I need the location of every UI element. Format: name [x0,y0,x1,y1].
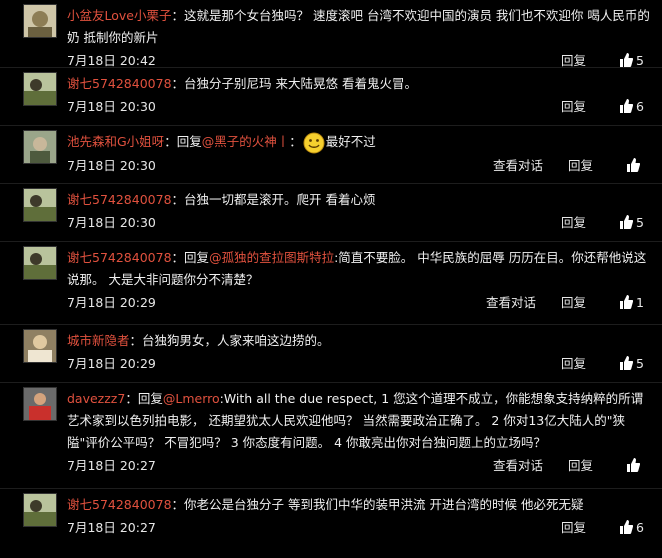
reply-button[interactable]: 回复 [561,516,586,540]
avatar[interactable] [23,329,57,363]
thumbs-up-icon [620,295,633,309]
comment-item: 谢七5742840078：台独分子别尼玛 来大陆晃悠 看着鬼火冒。 7月18日 … [0,68,662,126]
avatar[interactable] [23,493,57,527]
username-link[interactable]: 谢七5742840078 [67,76,172,91]
username-link[interactable]: 小盆友Love小栗子 [67,8,171,23]
avatar[interactable] [23,4,57,38]
separator: ： [164,134,177,149]
thumbs-up-icon [620,53,633,67]
reply-button[interactable]: 回复 [561,352,586,376]
comment-item: 谢七5742840078：你老公是台独分子 等到我们中华的装甲洪流 开进台湾的时… [0,489,662,549]
like-count: 6 [636,520,644,535]
comment-item: 城市新隐者：台独狗男女，人家来咱这边捞的。 7月18日 20:29 回复 5 [0,325,662,383]
avatar[interactable] [23,188,57,222]
like-count: 1 [636,295,644,310]
reply-target-link[interactable]: @Lmerro [163,391,220,406]
comment-time: 7月18日 20:27 [67,520,156,535]
avatar[interactable] [23,130,57,164]
separator: ： [289,134,302,149]
username-link[interactable]: 谢七5742840078 [67,497,172,512]
comment-list: 小盆友Love小栗子：这就是那个女台独吗？ 速度滚吧 台湾不欢迎中国的演员 我们… [0,0,662,549]
thumbs-up-icon [620,520,633,534]
reply-button[interactable]: 回复 [561,211,586,235]
smile-emoji-icon [303,132,325,154]
thumbs-up-icon [627,458,640,472]
username-link[interactable]: 城市新隐者 [67,333,130,348]
separator: ： [125,391,138,406]
separator: ： [129,333,143,348]
comment-item: 谢七5742840078：台独一切都是滚开。爬开 看着心烦 7月18日 20:3… [0,184,662,242]
separator: ： [171,250,185,265]
avatar[interactable] [23,246,57,280]
reply-target-link[interactable]: @孤独的查拉图斯特拉 [209,250,334,265]
reply-button[interactable]: 回复 [568,154,593,178]
comment-time: 7月18日 20:29 [67,356,156,371]
username-link[interactable]: 池先森和G小姐呀 [67,134,164,149]
comment-text: 你老公是台独分子 等到我们中华的装甲洪流 开进台湾的时候 他必死无疑 [184,497,584,512]
separator: ： [171,497,185,512]
username-link[interactable]: davezzz7 [67,391,125,406]
thumbs-up-icon [620,215,633,229]
like-count: 5 [636,215,644,230]
like-count: 6 [636,99,644,114]
comment-time: 7月18日 20:30 [67,215,156,230]
reply-button[interactable]: 回复 [561,291,586,315]
reply-prefix: 回复 [176,134,202,149]
comment-text: 台独狗男女，人家来咱这边捞的。 [142,333,330,348]
reply-button[interactable]: 回复 [561,95,586,119]
view-conversation-link[interactable]: 查看对话 [486,291,536,315]
thumbs-up-icon [620,356,633,370]
username-link[interactable]: 谢七5742840078 [67,192,172,207]
comment-time: 7月18日 20:30 [67,157,156,173]
separator: ： [171,8,184,23]
comment-item: 谢七5742840078：回复@孤独的查拉图斯特拉:简直不要脸。 中华民族的屈辱… [0,242,662,325]
comment-text: 台独分子别尼玛 来大陆晃悠 看着鬼火冒。 [184,76,417,91]
thumbs-up-icon [620,99,633,113]
comment-text: 最好不过 [325,134,376,149]
view-conversation-link[interactable]: 查看对话 [493,454,543,478]
reply-target-link[interactable]: @黑子的火神丨 [202,134,290,149]
comment-time: 7月18日 20:29 [67,295,156,310]
comment-item: 池先森和G小姐呀：回复@黑子的火神丨： 最好不过 7月18日 20:30 查看对话… [0,126,662,184]
view-conversation-link[interactable]: 查看对话 [493,154,543,178]
separator: ： [171,192,185,207]
comment-time: 7月18日 20:30 [67,99,156,114]
avatar[interactable] [23,72,57,106]
reply-prefix: 回复 [137,391,163,406]
separator: ： [171,76,185,91]
avatar[interactable] [23,387,57,421]
reply-prefix: 回复 [184,250,210,265]
comment-item: davezzz7：回复@Lmerro:With all the due resp… [0,383,662,489]
like-count: 5 [636,356,644,371]
username-link[interactable]: 谢七5742840078 [67,250,172,265]
comment-time: 7月18日 20:27 [67,458,156,473]
reply-button[interactable]: 回复 [568,454,593,478]
comment-text: 台独一切都是滚开。爬开 看着心烦 [184,192,376,207]
thumbs-up-icon [627,157,640,172]
comment-item: 小盆友Love小栗子：这就是那个女台独吗？ 速度滚吧 台湾不欢迎中国的演员 我们… [0,0,662,68]
